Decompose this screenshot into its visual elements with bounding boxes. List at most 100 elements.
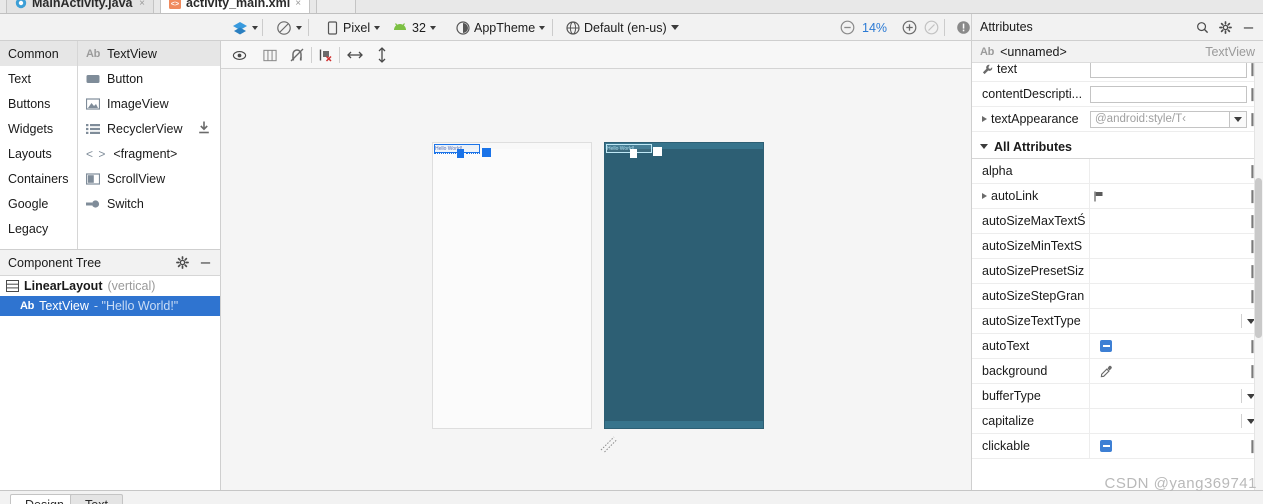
attr-value-checkbox[interactable] bbox=[1090, 338, 1247, 355]
palette-category-containers[interactable]: Containers bbox=[0, 166, 77, 191]
palette-item-label: ImageView bbox=[107, 96, 169, 111]
zoom-in-button[interactable] bbox=[898, 17, 921, 38]
attr-value-input-text[interactable] bbox=[1090, 63, 1247, 78]
attr-row-autosizetexttype[interactable]: autoSizeTextType bbox=[972, 308, 1263, 334]
expand-triangle-icon[interactable] bbox=[982, 116, 987, 122]
zoom-out-button[interactable] bbox=[836, 17, 859, 38]
expand-triangle-icon[interactable] bbox=[982, 193, 987, 199]
show-guidelines-button[interactable] bbox=[259, 45, 281, 65]
attr-name: textAppearance bbox=[972, 112, 1090, 126]
imageview-icon bbox=[86, 97, 100, 110]
tab-text[interactable]: Text bbox=[70, 494, 123, 504]
attributes-panel: Ab <unnamed> TextView text ❙❙ contentDes… bbox=[971, 41, 1263, 490]
view-options-button[interactable] bbox=[228, 45, 250, 65]
palette-category-text[interactable]: Text bbox=[0, 66, 77, 91]
resize-handle-right[interactable] bbox=[482, 148, 491, 157]
attr-row-textappearance[interactable]: textAppearance @android:style/T‹ ❙❙ bbox=[972, 107, 1263, 132]
attr-value-blank[interactable] bbox=[1090, 263, 1247, 280]
theme-selector[interactable]: AppTheme bbox=[452, 17, 549, 38]
minimize-icon[interactable] bbox=[1242, 21, 1255, 34]
tab-design[interactable]: Design bbox=[10, 494, 79, 504]
palette-category-buttons[interactable]: Buttons bbox=[0, 91, 77, 116]
palette-item-scrollview[interactable]: ScrollView bbox=[78, 166, 220, 191]
attr-row-autotext[interactable]: autoText ❙❙ bbox=[972, 333, 1263, 359]
canvas-resize-handle[interactable] bbox=[600, 435, 618, 453]
download-icon[interactable] bbox=[198, 121, 210, 137]
vertical-margin-button[interactable] bbox=[371, 45, 393, 65]
attr-value-blank[interactable] bbox=[1090, 213, 1247, 230]
attr-value-blank[interactable] bbox=[1090, 238, 1247, 255]
attr-value-blank[interactable] bbox=[1090, 288, 1247, 305]
clear-constraints-button[interactable] bbox=[315, 45, 337, 65]
indeterminate-checkbox[interactable] bbox=[1100, 440, 1112, 452]
orientation-selector[interactable] bbox=[272, 17, 306, 38]
attr-value-blank[interactable] bbox=[1090, 413, 1241, 430]
attr-value-input-contentdescription[interactable] bbox=[1090, 85, 1247, 103]
attr-value-blank[interactable] bbox=[1090, 388, 1241, 405]
attr-row-text[interactable]: text ❙❙ bbox=[972, 63, 1263, 82]
palette-category-common[interactable]: Common bbox=[0, 41, 77, 66]
palette-item-button[interactable]: Button bbox=[78, 66, 220, 91]
resize-handle-bottom[interactable] bbox=[457, 149, 464, 158]
palette-category-google[interactable]: Google bbox=[0, 191, 77, 216]
attributes-scrollbar-thumb[interactable] bbox=[1255, 178, 1262, 338]
attr-row-buffertype[interactable]: bufferType bbox=[972, 383, 1263, 409]
design-canvas[interactable]: Hello World! Hello World! bbox=[221, 69, 971, 490]
attr-value-blank[interactable] bbox=[1090, 163, 1247, 180]
minimize-icon[interactable] bbox=[199, 256, 212, 269]
device-selector[interactable]: Pixel bbox=[322, 17, 384, 38]
attr-value-blank[interactable] bbox=[1090, 313, 1241, 330]
editor-tab-activity-main-xml[interactable]: <> activity_main.xml × bbox=[160, 0, 310, 13]
resize-handle-right[interactable] bbox=[653, 147, 662, 156]
palette-item-recyclerview[interactable]: RecyclerView bbox=[78, 116, 220, 141]
locale-label: Default (en-us) bbox=[584, 20, 667, 35]
attr-value-input-textappearance[interactable]: @android:style/T‹ bbox=[1090, 110, 1230, 128]
zoom-to-fit-button[interactable] bbox=[920, 17, 943, 38]
palette-item-switch[interactable]: Switch bbox=[78, 191, 220, 216]
attr-row-autosizemintextsize[interactable]: autoSizeMinTextS ❙❙ bbox=[972, 233, 1263, 259]
dropdown-button[interactable] bbox=[1230, 110, 1247, 128]
attr-row-background[interactable]: background ❙❙ bbox=[972, 358, 1263, 384]
locale-selector[interactable]: Default (en-us) bbox=[562, 17, 683, 38]
blueprint-preview[interactable]: Hello World! bbox=[604, 142, 764, 429]
close-icon[interactable]: × bbox=[139, 0, 145, 9]
palette-item-imageview[interactable]: ImageView bbox=[78, 91, 220, 116]
chevron-down-icon bbox=[429, 25, 436, 30]
toggle-autoconnect-button[interactable] bbox=[286, 45, 308, 65]
design-render-preview[interactable]: Hello World! bbox=[432, 142, 592, 429]
gear-icon[interactable] bbox=[176, 256, 189, 269]
attr-row-autosizepresetsizes[interactable]: autoSizePresetSiz ❙❙ bbox=[972, 258, 1263, 284]
indeterminate-checkbox[interactable] bbox=[1100, 340, 1112, 352]
close-icon[interactable]: × bbox=[295, 0, 301, 9]
horizontal-margin-button[interactable] bbox=[344, 45, 366, 65]
attributes-component-header: Ab <unnamed> TextView bbox=[972, 41, 1263, 63]
attributes-scrollbar-track[interactable] bbox=[1254, 63, 1263, 490]
resize-handle-bottom[interactable] bbox=[630, 149, 637, 158]
attr-row-capitalize[interactable]: capitalize bbox=[972, 408, 1263, 434]
gear-icon[interactable] bbox=[1219, 20, 1232, 34]
attr-row-alpha[interactable]: alpha ❙❙ bbox=[972, 158, 1263, 184]
palette-item-fragment[interactable]: < > <fragment> bbox=[78, 141, 220, 166]
chevron-down-icon bbox=[539, 25, 546, 30]
palette-item-textview[interactable]: Ab TextView bbox=[78, 41, 220, 66]
attr-value-checkbox[interactable] bbox=[1090, 438, 1247, 455]
tree-node-textview[interactable]: Ab TextView - "Hello World!" bbox=[0, 296, 220, 316]
attr-value-flag[interactable] bbox=[1090, 188, 1247, 205]
editor-tab-extra[interactable] bbox=[316, 0, 356, 13]
palette-category-layouts[interactable]: Layouts bbox=[0, 141, 77, 166]
palette-category-legacy[interactable]: Legacy bbox=[0, 216, 77, 241]
attr-row-alpha-featured[interactable]: alpha ❙❙ bbox=[972, 132, 1263, 135]
editor-tab-mainactivity[interactable]: MainActivity.java × bbox=[6, 0, 154, 13]
attr-row-autosizestepgranularity[interactable]: autoSizeStepGran ❙❙ bbox=[972, 283, 1263, 309]
api-level-selector[interactable]: 32 bbox=[388, 17, 440, 38]
attr-row-autosizemaxtextsize[interactable]: autoSizeMaxTextŚ ❙❙ bbox=[972, 208, 1263, 234]
attr-value-eyedropper[interactable] bbox=[1090, 363, 1247, 380]
attr-row-autolink[interactable]: autoLink ❙❙ bbox=[972, 183, 1263, 209]
palette-category-widgets[interactable]: Widgets bbox=[0, 116, 77, 141]
attr-row-contentdescription[interactable]: contentDescripti... ❙❙ bbox=[972, 82, 1263, 107]
search-icon[interactable] bbox=[1196, 21, 1209, 34]
attr-row-clickable[interactable]: clickable ❙❙ bbox=[972, 433, 1263, 459]
design-mode-selector[interactable] bbox=[228, 17, 262, 38]
tree-node-linearlayout[interactable]: LinearLayout (vertical) bbox=[0, 276, 220, 296]
all-attributes-section-header[interactable]: All Attributes bbox=[972, 135, 1263, 159]
